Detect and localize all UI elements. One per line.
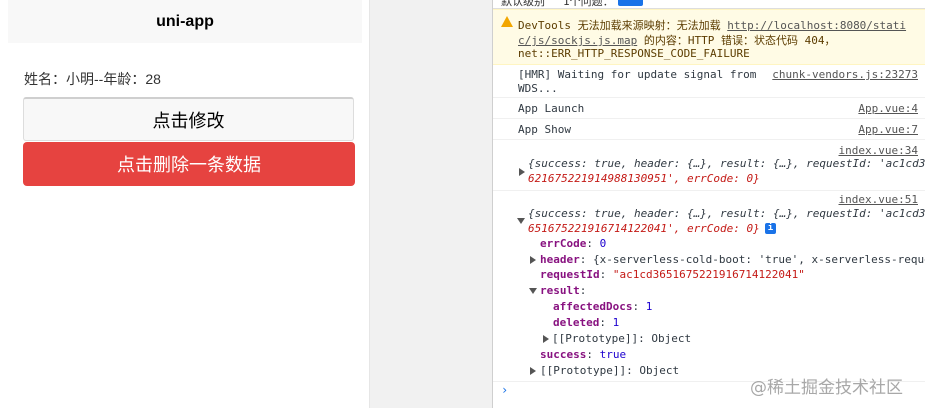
log-message-2: index.vue:51 {success: true, header: {…}… (493, 191, 925, 382)
expand-proto2-icon[interactable] (530, 367, 536, 375)
collapse-result-icon[interactable] (529, 288, 537, 294)
edit-button[interactable]: 点击修改 (23, 97, 354, 141)
hmr-text: [HMR] Waiting for update signal from (518, 68, 757, 81)
log1-object[interactable]: {success: true, header: {…}, result: {…}… (528, 157, 925, 170)
warning-message: DevTools 无法加载来源映射：无法加载 http://localhost:… (493, 9, 925, 65)
launch-text: App Launch (518, 102, 585, 115)
prop-affecteddocs: affectedDocs: 1 (553, 300, 653, 313)
prop-requestid: requestId: "ac1cd3651675221916714122041" (540, 268, 805, 281)
info-text: 姓名：小明--年龄：28 (24, 71, 161, 87)
expand-arrow-icon[interactable] (519, 168, 525, 176)
show-text: App Show (518, 123, 571, 136)
prop-header[interactable]: header: {x-serverless-cold-boot: 'true',… (540, 253, 925, 266)
hmr-text-cont: WDS... (518, 82, 558, 95)
show-message: App Show App.vue:7 (493, 119, 925, 140)
prop-success: success: true (540, 348, 627, 361)
info-badge-icon[interactable]: i (765, 223, 776, 234)
warning-text: DevTools 无法加载来源映射：无法加载 (518, 19, 728, 32)
log2-object[interactable]: {success: true, header: {…}, result: {…}… (528, 207, 925, 220)
page-content: 姓名：小明--年龄：28 点击修改 点击删除一条数据 (8, 43, 362, 408)
expand-header-icon[interactable] (530, 256, 536, 264)
log2-object-cont: 651675221916714122041', errCode: 0} (528, 222, 760, 235)
warning-link[interactable]: http://localhost:8080/stati (727, 19, 906, 32)
prop-result[interactable]: result: (540, 284, 586, 297)
log-message-1: index.vue:34 {success: true, header: {…}… (493, 140, 925, 191)
delete-button[interactable]: 点击删除一条数据 (23, 142, 355, 186)
launch-message: App Launch App.vue:4 (493, 98, 925, 119)
expand-proto-icon[interactable] (543, 335, 549, 343)
warning-icon (501, 16, 513, 27)
log1-object-cont: 621675221914988130951', errCode: 0} (528, 172, 760, 185)
prop-prototype-1[interactable]: [[Prototype]]: Object (552, 332, 691, 345)
hmr-message: [HMR] Waiting for update signal from WDS… (493, 64, 925, 98)
watermark: @稀土掘金技术社区 (750, 378, 903, 398)
warning-text-end: net::ERR_HTTP_RESPONSE_CODE_FAILURE (518, 47, 750, 60)
console-prompt-icon[interactable]: › (501, 383, 508, 397)
issues-label[interactable]: 1个问题： (563, 0, 614, 8)
app-title: uni-app (8, 0, 362, 43)
prop-prototype-2[interactable]: [[Prototype]]: Object (540, 364, 679, 377)
prop-errcode: errCode: 0 (540, 237, 607, 250)
log1-source-link[interactable]: index.vue:34 (839, 144, 918, 157)
collapse-arrow-icon[interactable] (517, 218, 525, 224)
devtools-console: 默认级别 1个问题： DevTools 无法加载来源映射：无法加载 http:/… (492, 0, 925, 408)
launch-source-link[interactable]: App.vue:4 (858, 102, 918, 115)
hmr-source-link[interactable]: chunk-vendors.js:23273 (772, 68, 918, 81)
gap-panel (370, 0, 492, 408)
log-level-select[interactable]: 默认级别 (501, 0, 545, 8)
issues-flag-icon[interactable] (618, 0, 643, 6)
show-source-link[interactable]: App.vue:7 (858, 123, 918, 136)
warning-link-cont[interactable]: c/js/sockjs.js.map (518, 34, 637, 47)
prop-deleted: deleted: 1 (553, 316, 620, 329)
log2-source-link[interactable]: index.vue:51 (839, 193, 918, 206)
console-toolbar: 默认级别 1个问题： (493, 0, 925, 9)
warning-text-cont: 的内容：HTTP 错误：状态代码 404， (637, 34, 836, 47)
phone-preview: uni-app 姓名：小明--年龄：28 点击修改 点击删除一条数据 (0, 0, 370, 408)
